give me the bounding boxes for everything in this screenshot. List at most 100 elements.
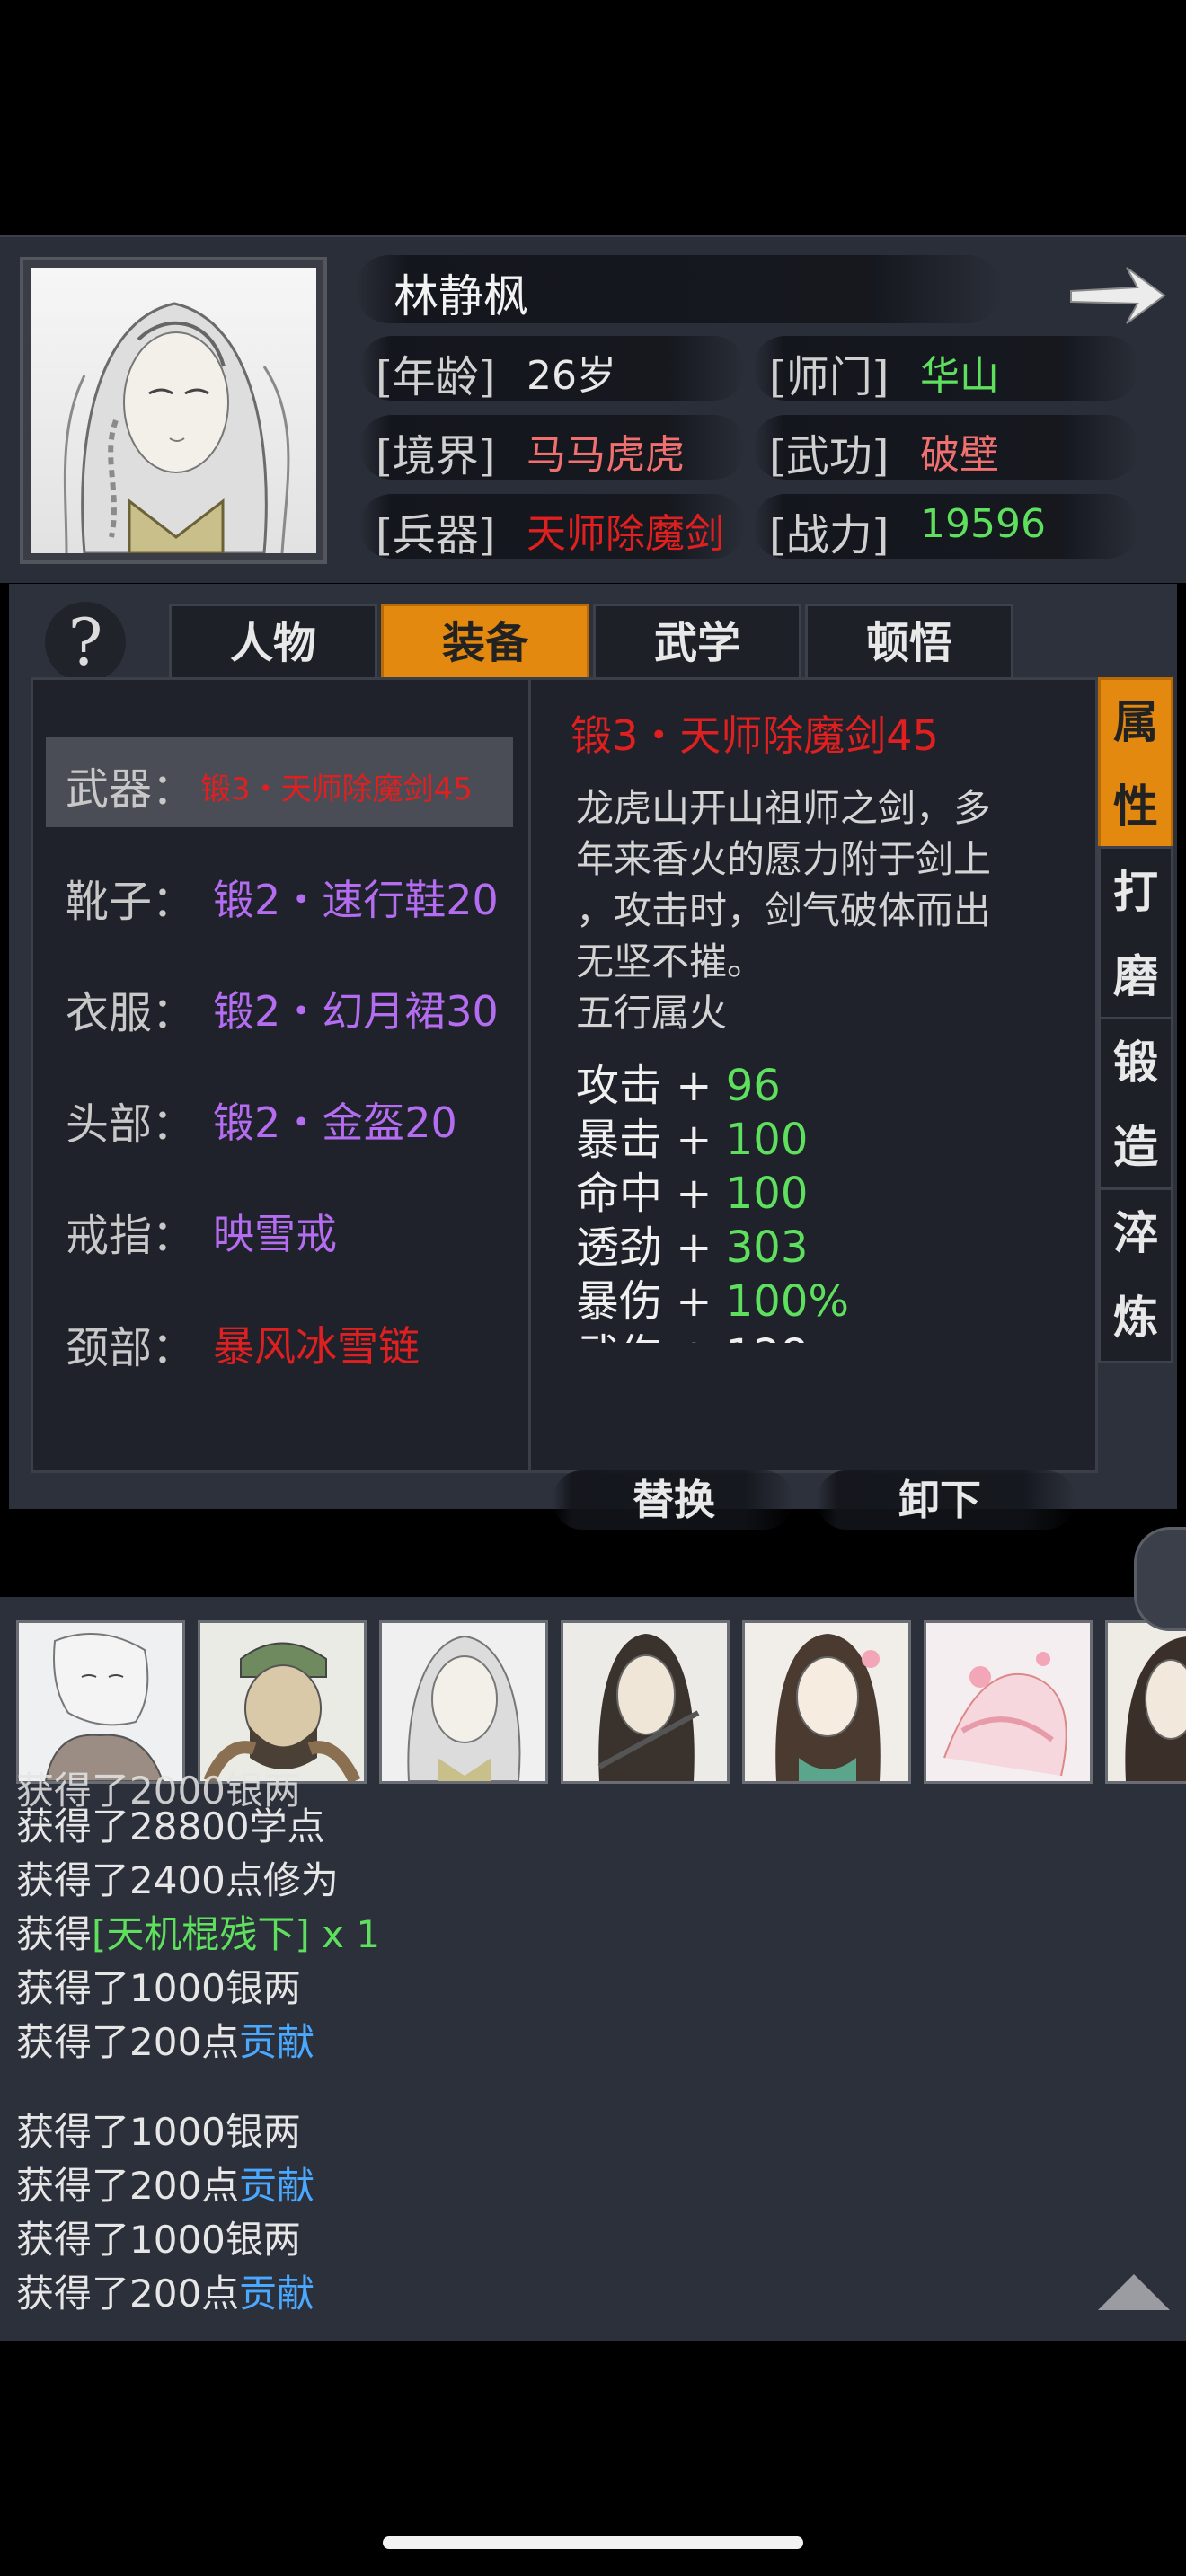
age-value: 26岁	[527, 353, 616, 399]
slot-label: 戒指：	[66, 1211, 196, 1261]
tab-martial-arts[interactable]: 武学	[593, 604, 801, 683]
equip-slot-head[interactable]: 头部： 锻2・金盔20	[33, 1072, 529, 1162]
slot-label: 武器：	[66, 764, 196, 815]
log-text: 获得了200点	[16, 2272, 240, 2316]
slot-label: 颈部：	[66, 1323, 196, 1373]
avatar-image	[563, 1623, 727, 1781]
item-description-2: 年来香火的愿力附于剑上	[576, 837, 992, 881]
side-tab-temper[interactable]: 淬 炼	[1098, 1187, 1173, 1363]
log-line: 获得了1000银两	[16, 1962, 301, 2016]
help-button[interactable]: ?	[45, 602, 126, 683]
equip-slot-ring[interactable]: 戒指： 映雪戒	[33, 1184, 529, 1274]
slot-item: 锻2・速行鞋20	[213, 876, 499, 924]
slot-item: 映雪戒	[213, 1210, 337, 1258]
side-tab-char: 打	[1113, 865, 1158, 918]
log-highlight: 贡献	[239, 2020, 315, 2064]
avatar-image	[382, 1623, 545, 1781]
log-text: 获得了28800学点	[16, 1804, 325, 1848]
log-text: 获得了1000银两	[16, 1966, 301, 2010]
party-avatar[interactable]	[16, 1620, 185, 1784]
avatar-image	[19, 1623, 182, 1781]
tab-equipment[interactable]: 装备	[381, 604, 589, 683]
stat-row: 透劲 + 303	[576, 1212, 808, 1273]
party-avatar[interactable]	[379, 1620, 548, 1784]
item-description-3: ，攻击时，剑气破体而出	[576, 888, 992, 932]
log-text: 获得了2400点修为	[16, 1858, 339, 1902]
collapse-up-icon[interactable]	[1098, 2274, 1170, 2310]
unequip-button[interactable]: 卸下	[836, 1469, 1043, 1531]
stat-row: 暴伤 + 100%	[576, 1266, 849, 1327]
log-line: 获得了1000银两	[16, 2213, 301, 2267]
martial-label: [武功]	[769, 431, 890, 481]
log-line: 获得了1000银两	[16, 2105, 301, 2159]
log-line: 获得了200点贡献	[16, 2267, 314, 2321]
log-line: 获得了28800学点	[16, 1800, 325, 1854]
equip-slot-neck[interactable]: 颈部： 暴风冰雪链	[33, 1296, 529, 1386]
tab-enlightenment[interactable]: 顿悟	[805, 604, 1013, 683]
avatar-image	[1108, 1623, 1186, 1781]
side-tab-polish[interactable]: 打 磨	[1098, 846, 1173, 1022]
side-tab-char: 造	[1113, 1120, 1158, 1173]
side-tab-char: 炼	[1113, 1291, 1158, 1344]
item-element: 五行属火	[576, 991, 728, 1035]
reward-log-more: 获得了1000银两 获得了200点贡献 获得了1000银两 获得了200点贡献	[0, 2105, 1186, 2321]
sect-value: 华山	[920, 353, 999, 399]
avatar-image	[200, 1623, 364, 1781]
equipment-list: 武器： 锻3・天师除魔剑45 靴子： 锻2・速行鞋20 衣服： 锻2・幻月裙30…	[31, 677, 532, 1473]
sect-label: [师门]	[769, 352, 890, 402]
party-avatar[interactable]	[924, 1620, 1093, 1784]
replace-button[interactable]: 替换	[571, 1469, 777, 1531]
slot-label: 衣服：	[66, 988, 196, 1038]
power-value: 19596	[920, 501, 1046, 547]
item-detail-panel: 锻3・天师除魔剑45 龙虎山开山祖师之剑，多 年来香火的愿力附于剑上 ，攻击时，…	[528, 677, 1098, 1530]
portrait-frame	[20, 257, 327, 564]
character-portrait[interactable]	[31, 268, 316, 553]
equip-slot-weapon[interactable]: 武器： 锻3・天师除魔剑45	[46, 737, 513, 827]
log-text: 获得了1000银两	[16, 2110, 301, 2154]
stat-row-partial: 武伤 + 128	[576, 1319, 808, 1343]
party-avatar[interactable]	[198, 1620, 367, 1784]
side-tab-char: 性	[1113, 780, 1158, 833]
weapon-label: [兵器]	[376, 510, 496, 560]
log-highlight: 贡献	[239, 2164, 315, 2208]
log-line: 获得了2400点修为	[16, 1854, 339, 1908]
slot-item: 暴风冰雪链	[213, 1322, 420, 1371]
stat-row: 命中 + 100	[576, 1158, 808, 1219]
stat-row: 暴击 + 100	[576, 1104, 808, 1165]
log-line: 获得了200点贡献	[16, 2159, 314, 2213]
log-text: 获得了1000银两	[16, 2218, 301, 2262]
age-label: [年龄]	[376, 352, 496, 402]
log-highlight: 贡献	[239, 2272, 315, 2316]
slot-item: 锻2・幻月裙30	[213, 987, 499, 1036]
slot-item: 锻3・天师除魔剑45	[200, 772, 473, 807]
equip-slot-boots[interactable]: 靴子： 锻2・速行鞋20	[33, 850, 529, 940]
equip-slot-clothes[interactable]: 衣服： 锻2・幻月裙30	[33, 961, 529, 1051]
stats-scroll[interactable]: 攻击 + 96 暴击 + 100 命中 + 100 透劲 + 303 暴伤 +	[531, 1050, 1095, 1343]
next-arrow-button[interactable]	[1064, 255, 1172, 336]
portrait-image	[63, 302, 290, 553]
item-title: 锻3・天师除魔剑45	[571, 711, 939, 760]
side-tab-forge[interactable]: 锻 造	[1098, 1017, 1173, 1193]
reward-log[interactable]: 获得了2000银两 获得了28800学点 获得了2400点修为 获得[天机棍残下…	[0, 1764, 1186, 2105]
party-avatar-partial[interactable]	[1105, 1620, 1186, 1784]
log-item-highlight: [天机棍残下] x 1	[92, 1912, 381, 1956]
tab-character[interactable]: 人物	[169, 604, 377, 683]
character-profile: 林静枫 [年龄] 26岁 [师门] 华山 [境界] 马马虎虎 [武功] 破壁 […	[0, 235, 1186, 583]
avatar-image	[926, 1623, 1090, 1781]
home-indicator[interactable]	[383, 2536, 803, 2549]
roster-and-log: 获得了2000银两 获得了28800学点 获得了2400点修为 获得[天机棍残下…	[0, 1597, 1186, 2341]
martial-value: 破壁	[920, 432, 999, 478]
party-avatar[interactable]	[561, 1620, 730, 1784]
log-line: 获得了200点贡献	[16, 2016, 314, 2069]
log-text: 获得了200点	[16, 2020, 240, 2064]
side-tab-attributes[interactable]: 属 性	[1098, 677, 1173, 851]
arrow-right-icon	[1070, 267, 1166, 324]
avatar-image	[745, 1623, 908, 1781]
slot-label: 头部：	[66, 1099, 196, 1150]
log-line: 获得[天机棍残下] x 1	[16, 1908, 380, 1962]
item-description-1: 龙虎山开山祖师之剑，多	[576, 786, 992, 830]
side-tab-char: 淬	[1113, 1206, 1158, 1259]
item-description-4: 无坚不摧。	[576, 940, 766, 984]
party-avatar[interactable]	[742, 1620, 911, 1784]
side-handle[interactable]	[1134, 1527, 1186, 1631]
